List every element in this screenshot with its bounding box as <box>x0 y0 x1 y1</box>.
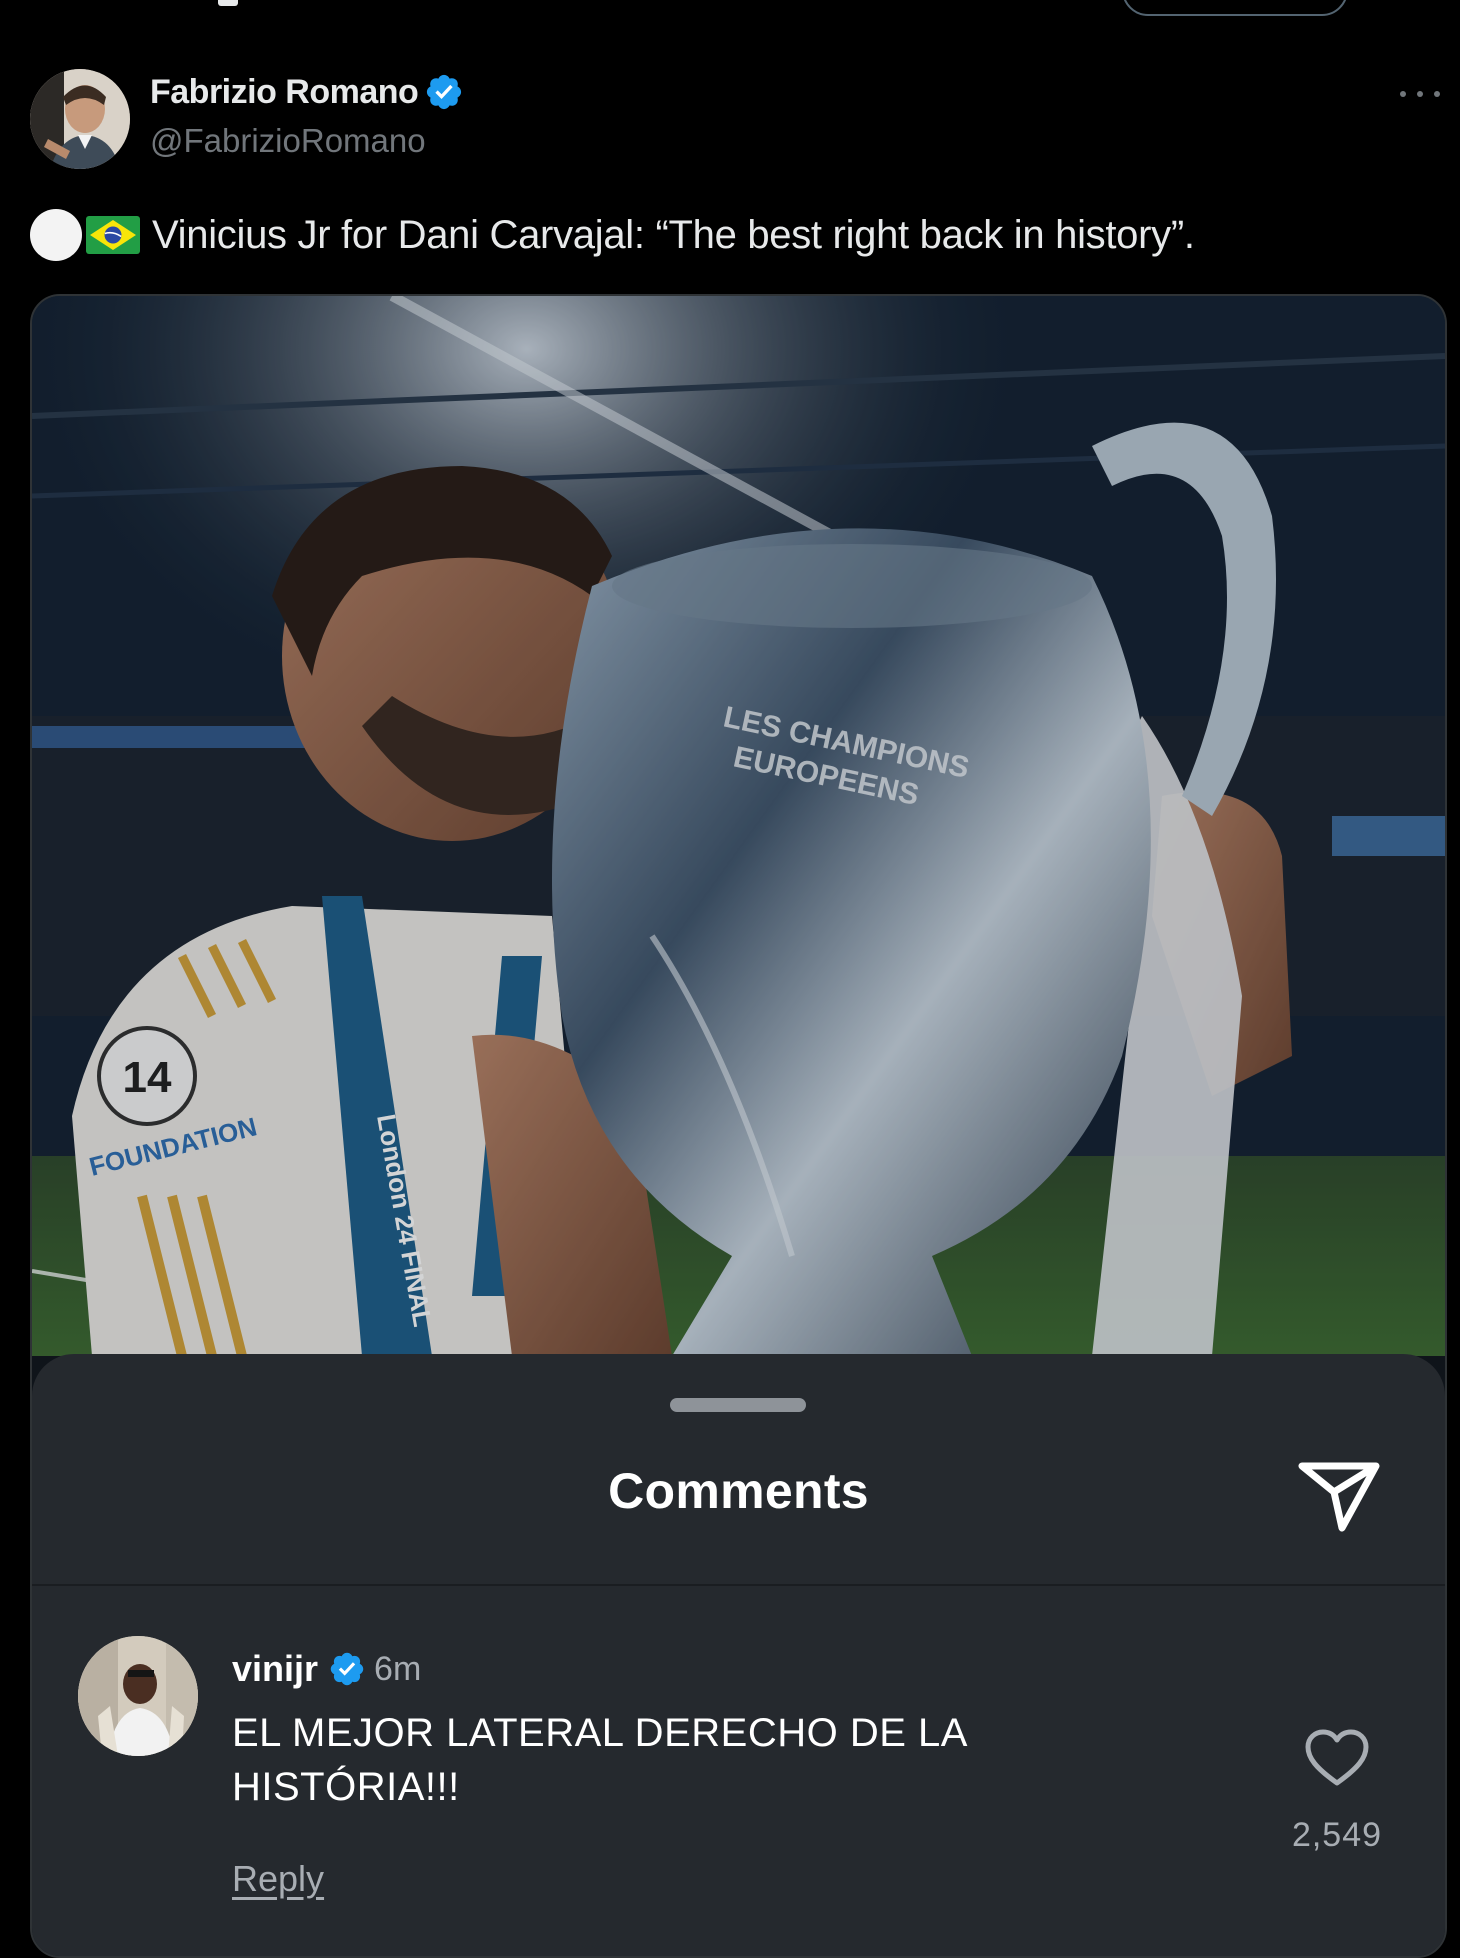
reply-button[interactable]: Reply <box>232 1858 324 1900</box>
send-share-icon[interactable] <box>1296 1454 1382 1534</box>
follow-button-edge[interactable] <box>1122 0 1348 16</box>
top-cropped-area <box>0 0 1460 18</box>
author-name-row[interactable]: Fabrizio Romano <box>150 70 464 114</box>
more-options-icon[interactable] <box>1400 80 1440 108</box>
commenter-avatar[interactable] <box>78 1636 198 1756</box>
cropped-text-fragment <box>218 0 238 6</box>
sheet-drag-handle[interactable] <box>670 1398 806 1412</box>
post-text: Vinicius Jr for Dani Carvajal: “The best… <box>152 212 1195 257</box>
author-avatar[interactable] <box>30 69 130 169</box>
comment-text: EL MEJOR LATERAL DERECHO DE LA HISTÓRIA!… <box>232 1711 966 1809</box>
comments-title: Comments <box>608 1463 869 1519</box>
comment-meta: vinijr 6m <box>232 1644 421 1694</box>
post-text-row: Vinicius Jr for Dani Carvajal: “The best… <box>30 207 1195 263</box>
verified-badge-icon <box>427 74 462 110</box>
author-handle[interactable]: @FabrizioRomano <box>150 122 426 160</box>
comment-username[interactable]: vinijr <box>232 1648 318 1690</box>
like-count: 2,549 <box>1291 1816 1383 1854</box>
brazil-flag-emoji-icon <box>86 216 140 254</box>
heart-icon[interactable] <box>1304 1728 1370 1788</box>
sheet-divider <box>32 1584 1445 1586</box>
white-circle-emoji-icon <box>30 209 82 261</box>
verified-badge-icon <box>330 1652 364 1686</box>
author-name[interactable]: Fabrizio Romano <box>150 73 419 112</box>
comments-sheet: Comments vinijr 6m EL MEJOR LATERAL DERE… <box>32 1354 1445 1956</box>
post-photo[interactable]: 14 FOUNDATION London 24 FINAL LES CHAMPI… <box>32 296 1445 1356</box>
comment-timestamp: 6m <box>374 1649 422 1688</box>
media-card[interactable]: 14 FOUNDATION London 24 FINAL LES CHAMPI… <box>30 294 1447 1958</box>
